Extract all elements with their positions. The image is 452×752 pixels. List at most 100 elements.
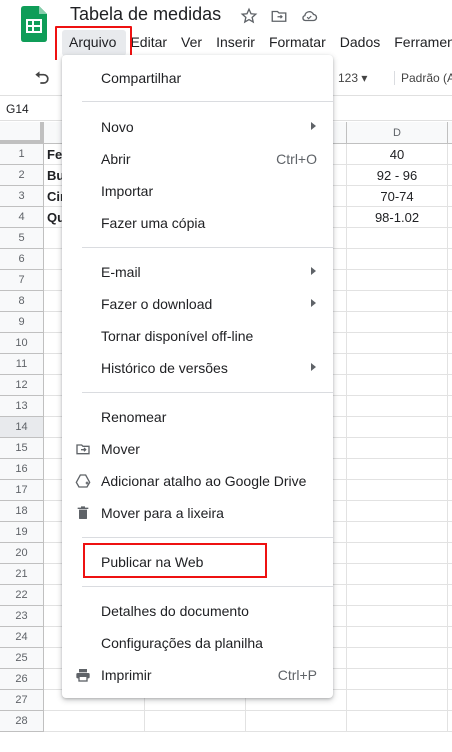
menu-formatar[interactable]: Formatar [262, 33, 333, 51]
menu-item-download[interactable]: Fazer o download [62, 288, 333, 320]
grid-cell[interactable] [347, 711, 448, 732]
grid-cell[interactable] [347, 291, 448, 312]
menu-item-document-details[interactable]: Detalhes do documento [62, 595, 333, 627]
row-header[interactable]: 13 [0, 396, 44, 417]
grid-cell[interactable] [347, 396, 448, 417]
grid-cell[interactable] [448, 564, 452, 585]
grid-cell[interactable] [347, 312, 448, 333]
cloud-status-icon[interactable] [299, 6, 319, 26]
menu-item-spreadsheet-settings[interactable]: Configurações da planilha [62, 627, 333, 659]
row-header[interactable]: 25 [0, 648, 44, 669]
grid-cell[interactable] [347, 459, 448, 480]
column-header-d[interactable]: D [347, 122, 448, 144]
grid-cell[interactable] [448, 270, 452, 291]
move-folder-icon[interactable] [269, 6, 289, 26]
star-icon[interactable] [239, 6, 259, 26]
grid-cell[interactable] [448, 627, 452, 648]
grid-cell[interactable] [448, 522, 452, 543]
row-header[interactable]: 15 [0, 438, 44, 459]
menu-ferramentas[interactable]: Ferramentas [387, 33, 452, 51]
grid-cell[interactable] [347, 606, 448, 627]
menu-inserir[interactable]: Inserir [209, 33, 262, 51]
grid-cell[interactable] [347, 249, 448, 270]
font-family-button[interactable]: Padrão (Ar [394, 71, 452, 85]
grid-cell[interactable] [347, 501, 448, 522]
grid-cell[interactable] [448, 291, 452, 312]
grid-cell[interactable] [347, 270, 448, 291]
row-header[interactable]: 23 [0, 606, 44, 627]
grid-cell[interactable] [347, 354, 448, 375]
row-header[interactable]: 9 [0, 312, 44, 333]
row-header[interactable]: 11 [0, 354, 44, 375]
sheets-logo-icon[interactable] [21, 6, 47, 42]
menu-dados[interactable]: Dados [333, 33, 387, 51]
row-header[interactable]: 16 [0, 459, 44, 480]
grid-cell[interactable] [448, 459, 452, 480]
grid-cell[interactable] [448, 690, 452, 711]
grid-cell[interactable] [448, 711, 452, 732]
grid-cell[interactable] [347, 438, 448, 459]
menu-item-rename[interactable]: Renomear [62, 401, 333, 433]
grid-cell[interactable] [347, 564, 448, 585]
row-header[interactable]: 7 [0, 270, 44, 291]
menu-item-share[interactable]: Compartilhar [62, 62, 333, 94]
row-header[interactable]: 4 [0, 207, 44, 228]
row-header[interactable]: 20 [0, 543, 44, 564]
row-header[interactable]: 5 [0, 228, 44, 249]
grid-cell[interactable] [347, 333, 448, 354]
grid-cell[interactable] [448, 585, 452, 606]
menu-item-make-copy[interactable]: Fazer uma cópia [62, 207, 333, 239]
grid-cell[interactable] [347, 417, 448, 438]
grid-cell[interactable] [347, 648, 448, 669]
grid-cell[interactable] [448, 480, 452, 501]
menu-item-trash[interactable]: Mover para a lixeira [62, 497, 333, 529]
grid-cell[interactable] [347, 228, 448, 249]
grid-cell[interactable] [347, 627, 448, 648]
grid-cell[interactable]: 40 [347, 144, 448, 165]
grid-cell[interactable] [347, 669, 448, 690]
grid-cell[interactable] [448, 165, 452, 186]
menu-item-email[interactable]: E-mail [62, 256, 333, 288]
grid-cell[interactable] [347, 585, 448, 606]
menu-item-offline[interactable]: Tornar disponível off-line [62, 320, 333, 352]
grid-cell[interactable]: 92 - 96 [347, 165, 448, 186]
grid-cell[interactable]: 70-74 [347, 186, 448, 207]
row-header[interactable]: 24 [0, 627, 44, 648]
grid-cell[interactable] [448, 144, 452, 165]
menu-ver[interactable]: Ver [174, 33, 209, 51]
menu-item-add-shortcut[interactable]: Adicionar atalho ao Google Drive [62, 465, 333, 497]
grid-cell[interactable]: 98-1.02 [347, 207, 448, 228]
grid-cell[interactable] [448, 417, 452, 438]
undo-icon[interactable] [32, 68, 52, 88]
grid-cell[interactable] [448, 543, 452, 564]
grid-cell[interactable] [145, 711, 246, 732]
grid-cell[interactable] [448, 648, 452, 669]
grid-cell[interactable] [448, 228, 452, 249]
row-header[interactable]: 18 [0, 501, 44, 522]
grid-cell[interactable] [347, 543, 448, 564]
menu-item-move[interactable]: Mover [62, 433, 333, 465]
row-header[interactable]: 28 [0, 711, 44, 732]
row-header[interactable]: 10 [0, 333, 44, 354]
grid-cell[interactable] [448, 333, 452, 354]
select-all-corner[interactable] [0, 122, 44, 144]
row-header[interactable]: 14 [0, 417, 44, 438]
grid-cell[interactable] [246, 711, 347, 732]
grid-cell[interactable] [448, 396, 452, 417]
row-header[interactable]: 17 [0, 480, 44, 501]
grid-cell[interactable] [347, 480, 448, 501]
grid-cell[interactable] [448, 438, 452, 459]
grid-cell[interactable] [347, 375, 448, 396]
row-header[interactable]: 21 [0, 564, 44, 585]
grid-cell[interactable] [448, 207, 452, 228]
grid-cell[interactable] [448, 249, 452, 270]
document-title[interactable]: Tabela de medidas [70, 4, 221, 25]
row-header[interactable]: 8 [0, 291, 44, 312]
row-header[interactable]: 1 [0, 144, 44, 165]
grid-cell[interactable] [448, 354, 452, 375]
grid-cell[interactable] [448, 501, 452, 522]
row-header[interactable]: 2 [0, 165, 44, 186]
number-format-button[interactable]: 123 ▾ [338, 71, 367, 85]
grid-cell[interactable] [448, 375, 452, 396]
grid-cell[interactable] [448, 669, 452, 690]
